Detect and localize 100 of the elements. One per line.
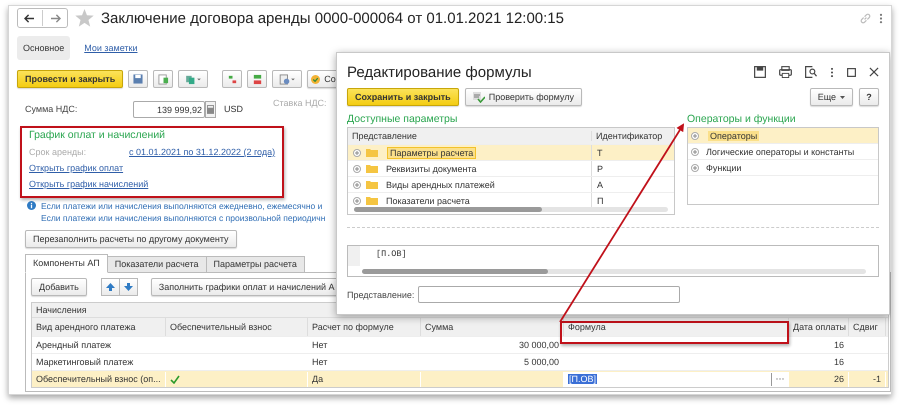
- more-icon[interactable]: [830, 66, 834, 78]
- down-arrow-icon: [124, 283, 133, 291]
- expand-icon[interactable]: [691, 148, 699, 156]
- related-documents-button[interactable]: [178, 70, 208, 88]
- column-header[interactable]: Представление: [348, 131, 592, 141]
- folder-icon: [366, 196, 378, 205]
- post-and-close-button[interactable]: Провести и закрыть: [17, 70, 124, 88]
- expand-icon[interactable]: [691, 164, 699, 172]
- column-header[interactable]: Формула: [564, 318, 789, 336]
- operator-item[interactable]: Операторы: [708, 130, 760, 140]
- table-cell: Маркетинговый платеж: [36, 357, 134, 367]
- parameter-id: Т: [596, 146, 604, 160]
- section-heading: Доступные параметры: [347, 113, 458, 125]
- tab[interactable]: Компоненты АП: [25, 254, 108, 273]
- column-header[interactable]: Вид арендного платежа: [32, 318, 166, 336]
- save-button[interactable]: [128, 70, 148, 88]
- form-tab[interactable]: Основное: [17, 36, 70, 60]
- column-header[interactable]: Сдвиг: [849, 318, 886, 336]
- table-cell: Нет: [312, 340, 328, 350]
- dialog-title: Редактирование формулы: [347, 64, 532, 80]
- column-header[interactable]: Идентификатор: [592, 131, 674, 141]
- more-menu-button[interactable]: Еще: [810, 88, 853, 106]
- ledger-button[interactable]: [247, 70, 268, 88]
- parameter-name[interactable]: Виды арендных платежей: [383, 178, 498, 190]
- report-icon: [278, 74, 296, 84]
- column-header[interactable]: Расчет по формуле: [308, 318, 421, 336]
- save-and-close-button[interactable]: Сохранить и закрыть: [347, 88, 459, 106]
- column-header[interactable]: Обеспечительный взнос: [166, 318, 308, 336]
- parameter-name[interactable]: Параметры расчета: [387, 146, 476, 158]
- parameter-name[interactable]: Реквизиты документа: [383, 162, 480, 174]
- formula-input[interactable]: [П.ОВ]: [568, 374, 597, 384]
- folder-icon: [366, 180, 378, 189]
- document-button[interactable]: [153, 70, 174, 88]
- column-header[interactable]: Дата оплаты: [789, 318, 849, 336]
- vat-rate-label: Ставка НДС:: [273, 98, 327, 108]
- tab[interactable]: Параметры расчета: [206, 256, 305, 273]
- table-cell: -1: [872, 374, 881, 384]
- currency-label: USD: [224, 104, 244, 114]
- schedule-link[interactable]: Открыть график оплат: [29, 163, 124, 173]
- vat-amount-label: Сумма НДС:: [25, 104, 78, 114]
- folder-icon: [366, 164, 378, 173]
- vat-amount-field[interactable]: 139 999,92: [133, 100, 205, 118]
- presentation-label: Представление:: [347, 290, 414, 300]
- table-cell: Да: [312, 374, 324, 384]
- operator-item[interactable]: Логические операторы и константы: [704, 146, 856, 156]
- tab[interactable]: Показатели расчета: [106, 256, 207, 273]
- expand-icon[interactable]: [691, 132, 699, 140]
- check-circle-icon: [311, 74, 320, 84]
- maximize-icon[interactable]: [847, 68, 856, 76]
- formula-editor[interactable]: [П.ОВ]: [347, 245, 879, 277]
- star-icon[interactable]: [75, 9, 94, 27]
- table-cell: Арендный платеж: [36, 340, 112, 350]
- link-icon[interactable]: [859, 12, 872, 24]
- folder-icon: [366, 148, 378, 157]
- help-button[interactable]: ?: [859, 88, 879, 106]
- table-cell: 30 000,00: [518, 340, 559, 350]
- document-icon: [158, 74, 169, 84]
- section-heading: Операторы и функции: [687, 113, 797, 125]
- lease-term-link[interactable]: с 01.01.2021 по 31.12.2022 (2 года): [129, 147, 276, 157]
- table-cell: Нет: [312, 357, 328, 367]
- more-icon[interactable]: [879, 12, 883, 24]
- move-up-button[interactable]: [100, 278, 120, 296]
- expand-icon[interactable]: [353, 148, 361, 156]
- parameter-id: Р: [596, 162, 604, 176]
- info-icon: [27, 201, 36, 210]
- check-formula-button[interactable]: Проверить формулу: [464, 88, 582, 106]
- operator-item[interactable]: Функции: [704, 162, 744, 172]
- schedule-link[interactable]: Открыть график начислений: [29, 179, 148, 189]
- close-icon[interactable]: [869, 67, 879, 77]
- column-header[interactable]: Сумма: [421, 318, 564, 336]
- parameter-id: А: [596, 178, 604, 192]
- print-menu-button[interactable]: [272, 70, 302, 88]
- parameter-name[interactable]: Показатели расчета: [383, 194, 473, 206]
- lease-term-label: Срок аренды:: [29, 147, 88, 157]
- refill-button[interactable]: Перезаполнить расчеты по другому документу: [25, 230, 237, 248]
- caret-icon: [840, 96, 845, 98]
- up-arrow-icon: [106, 283, 115, 291]
- forward-arrow-icon[interactable]: [50, 14, 61, 22]
- form-tab[interactable]: Мои заметки: [78, 36, 144, 60]
- ledger-icon: [226, 74, 238, 84]
- expand-icon[interactable]: [353, 164, 361, 172]
- save-icon[interactable]: [754, 66, 766, 78]
- printer-icon[interactable]: [779, 66, 792, 78]
- expand-icon[interactable]: [353, 180, 361, 188]
- table-cell: 5 000,00: [524, 357, 559, 367]
- expand-icon[interactable]: [353, 196, 361, 204]
- window-title: Заключение договора аренды 0000-000064 от 01.01.2021 12:00:15: [101, 10, 564, 26]
- back-arrow-icon[interactable]: [24, 14, 35, 22]
- debit-credit-button[interactable]: [222, 70, 242, 88]
- schedule-heading: График оплат и начислений: [29, 129, 166, 141]
- info-text: Если платежи или начисления выполняются с произвольной периодичн: [41, 213, 326, 224]
- table-cell: 26: [834, 374, 844, 384]
- info-text: Если платежи или начисления выполняются ежедневно, ежемесячно и: [41, 201, 324, 212]
- journal-icon: [252, 74, 263, 84]
- table-cell: 16: [834, 340, 844, 350]
- preview-icon[interactable]: [805, 66, 817, 78]
- table-cell: 16: [834, 357, 844, 367]
- add-button[interactable]: Добавить: [31, 278, 87, 296]
- table-cell: Обеспечительный взнос (оп...: [36, 374, 161, 384]
- move-down-button[interactable]: [118, 278, 138, 296]
